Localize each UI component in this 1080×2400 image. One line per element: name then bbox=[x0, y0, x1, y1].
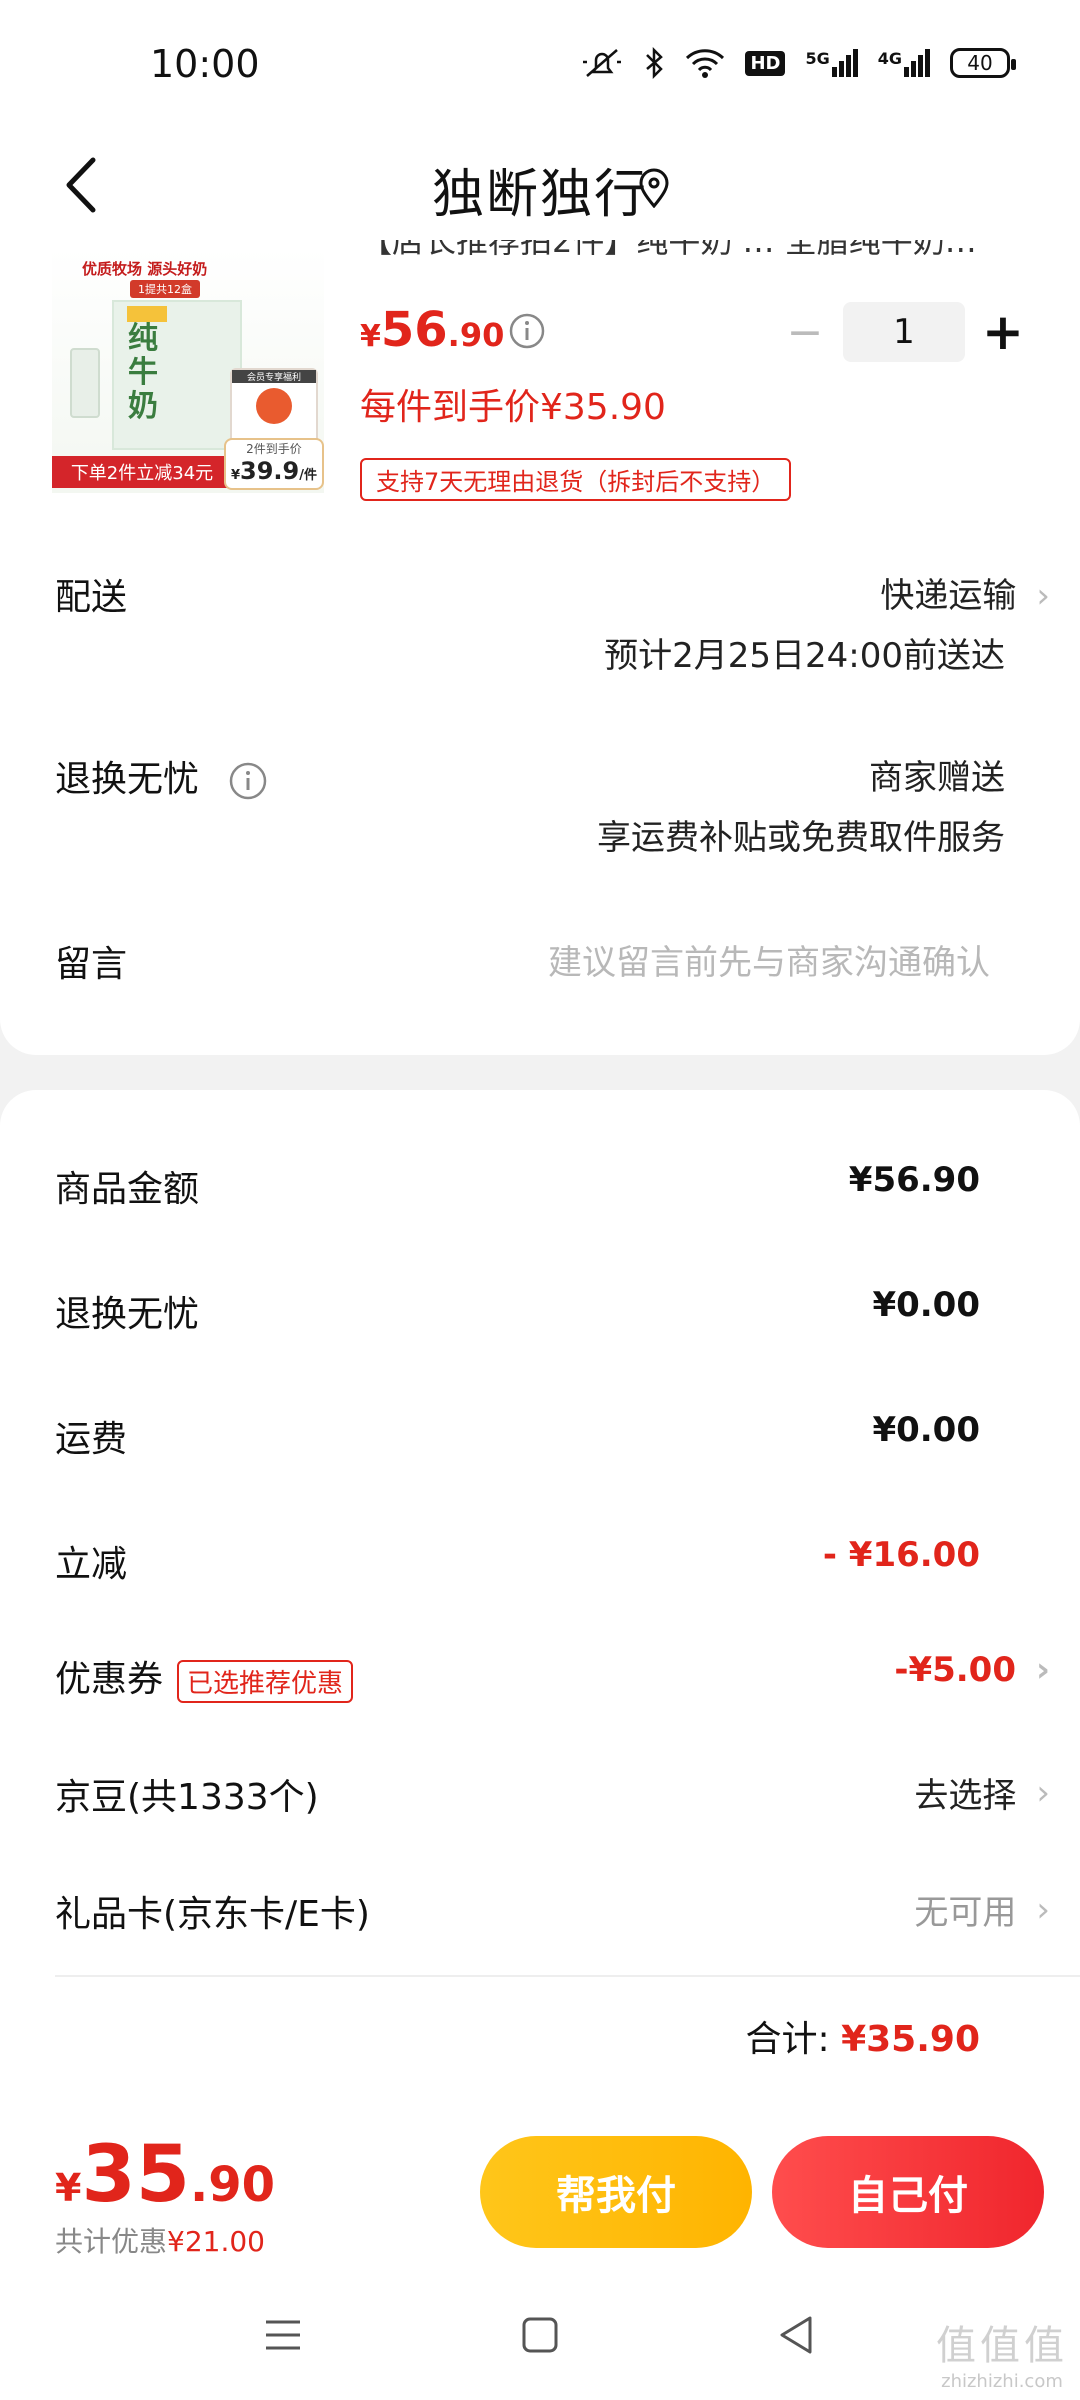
watermark: 值值值 zhizhizhi.com bbox=[936, 2313, 1068, 2392]
product-image[interactable]: 优质牧场 源头好奶 1提共12盒 纯牛奶 会员专享福利 下单2件立减34元 2件… bbox=[52, 248, 324, 493]
image-subtitle: 1提共12盒 bbox=[130, 280, 200, 298]
fee-summary-card: 商品金额 ¥56.90 退换无忧 ¥0.00 运费 ¥0.00 立减 - ¥16… bbox=[0, 1090, 1080, 2120]
discount-value: - ¥16.00 bbox=[822, 1535, 980, 1575]
total-saving: 共计优惠¥21.00 bbox=[55, 2220, 265, 2260]
5g-signal-icon: 5G bbox=[805, 49, 858, 77]
page-title: 独断独行 bbox=[431, 165, 648, 225]
total-label: 合计: bbox=[745, 2019, 842, 2060]
product-price: ¥56.90 bbox=[360, 302, 505, 358]
gift-card-value: 无可用 bbox=[914, 1893, 1017, 1933]
image-slogan: 优质牧场 源头好奶 bbox=[82, 260, 208, 278]
coupon-value: -¥5.00 bbox=[894, 1650, 1016, 1690]
per-item-price: 每件到手价¥35.90 bbox=[360, 387, 666, 428]
saving-label: 共计优惠 bbox=[55, 2225, 168, 2258]
status-time: 10:00 bbox=[150, 42, 260, 86]
chevron-right-icon: › bbox=[1036, 1889, 1050, 1930]
hd-badge: HD bbox=[745, 50, 786, 76]
goods-amount-label: 商品金额 bbox=[55, 1169, 200, 1210]
price-tag-value: ¥39.9/件 bbox=[230, 457, 317, 485]
divider bbox=[55, 1975, 1080, 1977]
delivery-label: 配送 bbox=[55, 577, 128, 618]
chevron-right-icon: › bbox=[1036, 576, 1050, 616]
shipping-label: 运费 bbox=[55, 1419, 128, 1460]
chevron-right-icon: › bbox=[1035, 1650, 1050, 1690]
battery-icon: 40 bbox=[950, 48, 1016, 78]
message-label: 留言 bbox=[55, 944, 128, 985]
total-row: 合计: ¥35.90 bbox=[746, 2010, 981, 2062]
gift-card-selector[interactable]: 无可用 › bbox=[914, 1885, 1050, 1934]
return-worry-label: 退换无忧 bbox=[55, 759, 200, 800]
image-box-text: 纯牛奶 bbox=[128, 321, 158, 424]
gift-badge-label: 会员专享福利 bbox=[232, 370, 316, 383]
jd-beans-value: 去选择 bbox=[914, 1776, 1017, 1816]
return-fee-value: ¥0.00 bbox=[872, 1285, 980, 1325]
product-name: 【店长推荐拍2件】纯牛奶 … 全脂纯牛奶… bbox=[360, 240, 977, 260]
message-input[interactable]: 建议留言前先与商家沟通确认 bbox=[548, 935, 990, 984]
return-fee-label: 退换无忧 bbox=[55, 1294, 200, 1335]
menu-icon[interactable] bbox=[258, 2310, 308, 2360]
delivery-method-text: 快递运输 bbox=[880, 576, 1017, 616]
decrease-quantity-button[interactable]: − bbox=[775, 302, 835, 362]
quantity-input[interactable]: 1 bbox=[843, 302, 965, 362]
coupon-label: 优惠券 bbox=[55, 1659, 164, 1700]
gift-graphic bbox=[256, 388, 292, 424]
watermark-logo: 值值值 bbox=[936, 2323, 1068, 2369]
status-bar: 10:00 HD 5G 4G 40 bbox=[0, 0, 1080, 130]
quantity-stepper: − 1 + bbox=[775, 302, 1033, 362]
return-policy-tag: 支持7天无理由退货（拆封后不支持） bbox=[360, 458, 792, 501]
member-gift-badge: 会员专享福利 bbox=[230, 368, 318, 448]
home-icon[interactable] bbox=[515, 2310, 565, 2360]
bluetooth-icon bbox=[646, 46, 664, 80]
location-pin-icon[interactable] bbox=[636, 168, 672, 208]
checkout-price: ¥35.90 bbox=[55, 2130, 276, 2220]
info-icon[interactable] bbox=[508, 312, 546, 350]
help-me-pay-button[interactable]: 帮我付 bbox=[480, 2136, 752, 2248]
discount-label: 立减 bbox=[55, 1544, 128, 1585]
delivery-method[interactable]: 快递运输 › bbox=[880, 568, 1050, 617]
jd-beans-label: 京豆(共1333个) bbox=[55, 1777, 319, 1818]
status-icons: HD 5G 4G 40 bbox=[581, 46, 1016, 80]
total-value: ¥35.90 bbox=[841, 2019, 980, 2060]
order-info-card: 【店长推荐拍2件】纯牛奶 … 全脂纯牛奶… 优质牧场 源头好奶 1提共12盒 纯… bbox=[0, 240, 1080, 1055]
return-worry-value: 商家赠送 bbox=[869, 758, 1005, 798]
nav-bar: 独断独行 bbox=[0, 130, 1080, 240]
coupon-selector[interactable]: -¥5.00 › bbox=[894, 1650, 1050, 1690]
image-price-tag: 2件到手价 ¥39.9/件 bbox=[224, 438, 324, 490]
system-nav-bar: 值值值 zhizhizhi.com bbox=[0, 2270, 1080, 2400]
watermark-url: zhizhizhi.com bbox=[941, 2371, 1063, 2392]
coupon-row: 优惠券 已选推荐优惠 bbox=[55, 1650, 354, 1703]
milk-box-graphic: 纯牛奶 bbox=[112, 300, 242, 450]
shipping-value: ¥0.00 bbox=[872, 1410, 980, 1450]
back-triangle-icon[interactable] bbox=[772, 2310, 822, 2360]
checkout-bar: ¥35.90 共计优惠¥21.00 帮我付 自己付 bbox=[0, 2120, 1080, 2270]
increase-quantity-button[interactable]: + bbox=[973, 302, 1033, 362]
mute-bell-icon bbox=[583, 49, 622, 77]
4g-label: 4G bbox=[877, 49, 902, 68]
4g-signal-icon: 4G bbox=[878, 49, 930, 77]
saving-value: ¥21.00 bbox=[167, 2225, 265, 2258]
return-worry-row: 退换无忧 bbox=[55, 750, 268, 802]
info-icon[interactable] bbox=[228, 761, 268, 801]
price-tag-label: 2件到手价 bbox=[246, 442, 302, 456]
wifi-icon bbox=[686, 49, 725, 78]
promo-banner: 下单2件立减34元 bbox=[52, 456, 232, 488]
5g-label: 5G bbox=[805, 49, 830, 68]
chevron-right-icon: › bbox=[1036, 1772, 1050, 1813]
jd-beans-selector[interactable]: 去选择 › bbox=[914, 1768, 1050, 1817]
pay-myself-button[interactable]: 自己付 bbox=[772, 2136, 1044, 2248]
gift-card-label: 礼品卡(京东卡/E卡) bbox=[55, 1894, 370, 1935]
coupon-recommend-tag: 已选推荐优惠 bbox=[177, 1659, 354, 1703]
brand-logo-graphic bbox=[127, 306, 167, 322]
delivery-eta: 预计2月25日24:00前送达 bbox=[604, 636, 1005, 676]
return-worry-sub: 享运费补贴或免费取件服务 bbox=[597, 818, 1005, 858]
goods-amount-value: ¥56.90 bbox=[848, 1160, 980, 1200]
milk-carton-graphic bbox=[70, 348, 100, 418]
